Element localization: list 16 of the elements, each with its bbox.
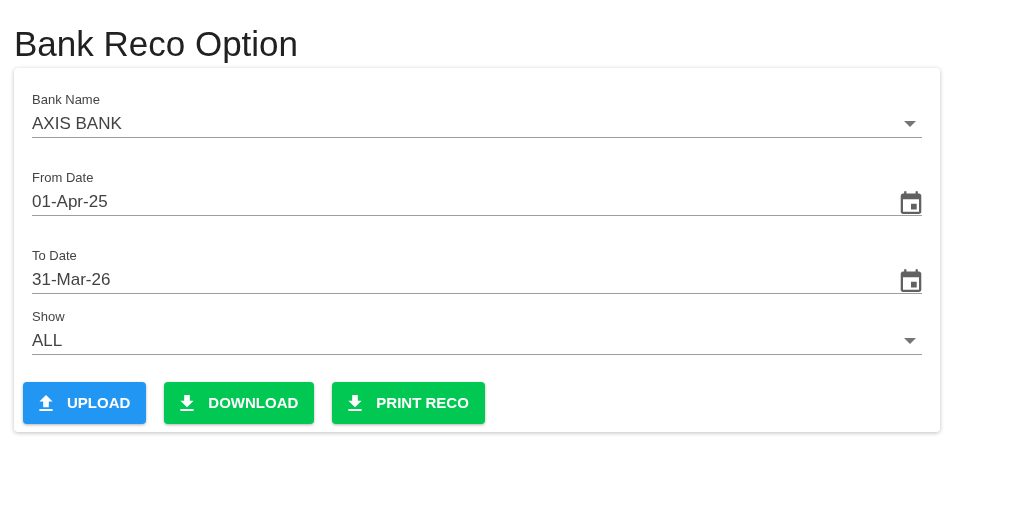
date-field[interactable]: 01-Apr-25	[32, 188, 922, 216]
field-label: From Date	[32, 170, 95, 186]
field-label: Show	[32, 309, 66, 325]
dropdown-caret-icon	[904, 120, 916, 127]
select-field[interactable]: AXIS BANK	[32, 110, 922, 138]
download-icon	[348, 395, 363, 411]
upload-icon	[39, 395, 53, 411]
calendar-icon[interactable]	[900, 189, 922, 214]
dropdown-caret-icon	[904, 337, 916, 344]
calendar-icon[interactable]	[900, 267, 922, 292]
page-title: Bank Reco Option	[14, 23, 300, 65]
download-icon	[180, 395, 195, 411]
select-field[interactable]: ALL	[32, 327, 922, 355]
field-label: Bank Name	[32, 92, 101, 108]
field-label: To Date	[32, 248, 78, 264]
date-field[interactable]: 31-Mar-26	[32, 266, 922, 294]
